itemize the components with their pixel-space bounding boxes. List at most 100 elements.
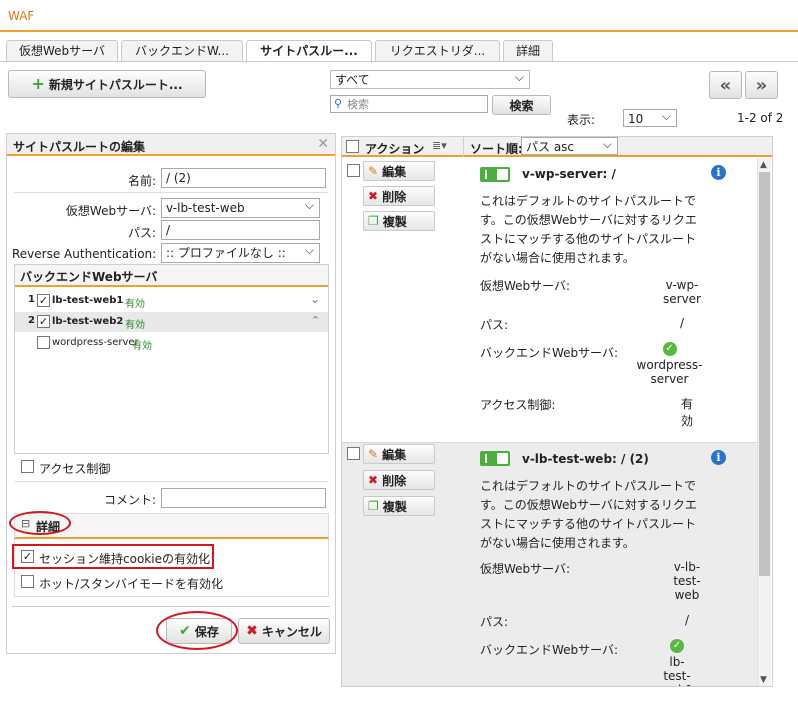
path-label: パス: (127, 226, 156, 240)
backend-checkbox[interactable]: ✓ (37, 294, 50, 307)
page-range: 1-2 of 2 (737, 111, 784, 125)
title-bar: WAF (0, 0, 798, 32)
cancel-button[interactable]: ✖ キャンセル (238, 618, 330, 644)
path-key: パス: (480, 318, 509, 332)
hotstandby-label: ホット/スタンバイモードを有効化 (39, 577, 224, 591)
edit-panel-header: サイトパスルートの編集 ✕ (7, 134, 335, 156)
backend-row[interactable]: 2 ✓ lb-test-web2 有効 ⌃ (15, 312, 328, 332)
sort-select[interactable]: パス asc (521, 137, 618, 155)
backend-value: lb- test- web1 (661, 655, 693, 686)
vserver-value: v-lb- test- web (673, 560, 701, 602)
path-value: / (679, 316, 685, 330)
edit-button[interactable]: ✎ 編集 (363, 161, 435, 181)
row-checkbox[interactable] (347, 164, 360, 177)
actions-header: アクション (365, 142, 425, 156)
chevron-up-icon[interactable]: ⌃ (311, 314, 320, 327)
chevron-down-icon[interactable]: ⌄ (310, 292, 320, 306)
scroll-up-icon[interactable]: ▲ (760, 160, 767, 170)
edit-label: 編集 (382, 164, 407, 179)
info-icon[interactable]: i (711, 165, 726, 180)
session-cookie-checkbox[interactable]: ✓ (21, 550, 34, 563)
backend-row[interactable]: wordpress-server 有効 (15, 333, 328, 353)
backend-index: 2 (28, 315, 35, 326)
copy-label: 複製 (382, 214, 407, 229)
comment-field[interactable] (161, 488, 326, 508)
row-checkbox[interactable] (347, 447, 360, 460)
hotstandby-checkbox[interactable] (21, 575, 34, 588)
divider (14, 481, 328, 482)
backend-section-header: バックエンドWebサーバ (15, 265, 328, 287)
session-cookie-label: セッション維持cookieの有効化 (39, 552, 210, 566)
close-icon[interactable]: ✕ (317, 136, 329, 152)
enabled-toggle[interactable] (480, 167, 510, 182)
tab-details[interactable]: 詳細 (503, 40, 553, 62)
search-button[interactable]: 検索 (492, 95, 551, 115)
vserver-value: v-lb-test-web (166, 201, 245, 215)
vserver-label: 仮想Webサーバ: (65, 204, 156, 218)
delete-label: 削除 (382, 189, 407, 204)
scrollbar-thumb[interactable] (759, 172, 770, 576)
backend-row[interactable]: 1 ✓ lb-test-web1 有効 ⌄ (15, 291, 328, 311)
new-site-path-route-button[interactable]: + 新規サイトパスルート... (8, 70, 206, 98)
page-size-value: 10 (628, 112, 644, 126)
enabled-check-icon: ✓ (670, 639, 684, 653)
tab-backend-web-server[interactable]: バックエンドW... (121, 40, 243, 62)
name-field[interactable]: / (2) (161, 168, 326, 188)
copy-label: 複製 (382, 499, 407, 514)
vserver-key: 仮想Webサーバ: (480, 562, 571, 576)
vserver-select[interactable]: v-lb-test-web (161, 198, 320, 218)
backend-checkbox[interactable]: ✓ (37, 315, 50, 328)
next-page-button[interactable]: » (745, 71, 778, 99)
tab-site-path-route[interactable]: サイトパスルー... (246, 40, 372, 63)
delete-label: 削除 (382, 473, 407, 488)
prev-page-button[interactable]: « (709, 71, 742, 99)
description-line: これはデフォルトのサイトパスルートで (480, 479, 697, 493)
copy-button[interactable]: ❐ 複製 (363, 496, 435, 516)
filter-select-value: すべて (335, 73, 370, 87)
copy-button[interactable]: ❐ 複製 (363, 211, 435, 231)
name-value: / (2) (166, 171, 191, 185)
edit-icon: ✎ (368, 447, 379, 461)
copy-icon: ❐ (368, 214, 379, 228)
filter-select[interactable]: すべて (330, 70, 530, 89)
path-field[interactable]: / (161, 220, 320, 240)
backend-value-cell: ✓ wordpress- server (632, 342, 707, 386)
backend-status: 有効 (125, 299, 145, 310)
select-all-checkbox[interactable] (346, 140, 359, 153)
reverse-auth-select[interactable]: :: プロファイルなし :: (161, 243, 320, 263)
tab-request-redirect[interactable]: リクエストリダ... (375, 40, 500, 62)
vserver-key: 仮想Webサーバ: (480, 279, 571, 293)
description-line: がない場合に使用されます。 (480, 536, 635, 550)
access-control-checkbox[interactable] (21, 460, 34, 473)
search-input[interactable]: ⚲ 検索 (330, 95, 488, 113)
new-button-label: 新規サイトパスルート... (48, 77, 183, 92)
access-key: アクセス制御: (480, 398, 556, 412)
tab-virtual-web-server[interactable]: 仮想Webサーバ (6, 40, 118, 62)
search-icon: ⚲ (334, 97, 343, 110)
enabled-toggle[interactable] (480, 451, 510, 466)
page-size-select[interactable]: 10 (623, 109, 677, 127)
app-title: WAF (8, 9, 35, 23)
enabled-check-icon: ✓ (662, 342, 677, 356)
delete-button[interactable]: ✖ 削除 (363, 186, 435, 206)
access-value: 有 効 (680, 397, 693, 428)
description-line: す。この仮想Webサーバに対するリクエ (480, 498, 697, 512)
backend-section: バックエンドWebサーバ 1 ✓ lb-test-web1 有効 ⌄ 2 ✓ l… (14, 264, 329, 454)
edit-button[interactable]: ✎ 編集 (363, 444, 435, 464)
description-line: これはデフォルトのサイトパスルートで (480, 194, 697, 208)
edit-panel-title: サイトパスルートの編集 (13, 140, 146, 154)
backend-name: lb-test-web2 (52, 316, 124, 327)
info-icon[interactable]: i (711, 450, 726, 465)
list-menu-icon[interactable]: ≣▾ (432, 139, 447, 152)
delete-button[interactable]: ✖ 削除 (363, 470, 435, 490)
vserver-value: v-wp- server (663, 278, 701, 306)
plus-icon: + (31, 74, 45, 93)
delete-icon: ✖ (368, 473, 379, 487)
scroll-down-icon[interactable]: ▼ (760, 675, 767, 685)
backend-section-title: バックエンドWebサーバ (20, 270, 158, 284)
backend-index: 1 (28, 294, 35, 305)
cancel-button-label: キャンセル (261, 624, 322, 639)
path-value: / (684, 613, 690, 627)
backend-checkbox[interactable] (37, 336, 50, 349)
record-description: これはデフォルトのサイトパスルートで す。この仮想Webサーバに対するリクエ ス… (480, 192, 697, 268)
